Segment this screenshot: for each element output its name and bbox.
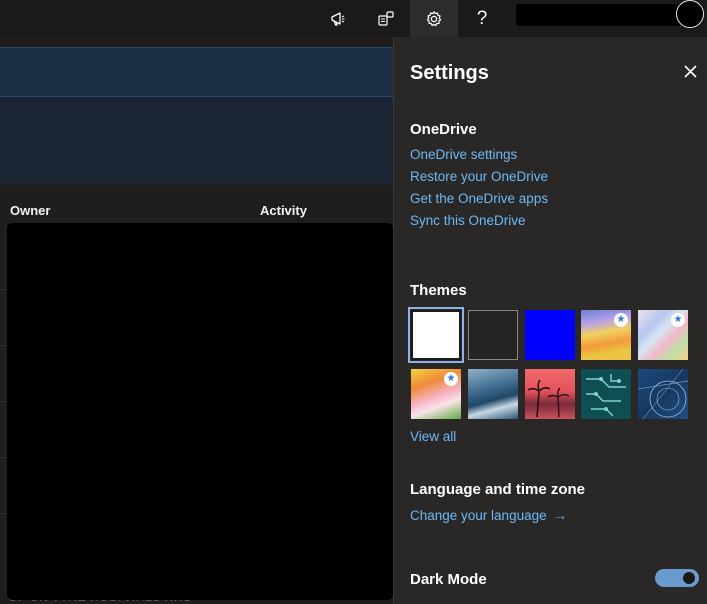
blueprint-graphic bbox=[638, 369, 688, 419]
star-icon: ★ bbox=[614, 313, 628, 327]
panel-title: Settings bbox=[410, 62, 489, 84]
onedrive-heading: OneDrive bbox=[410, 121, 477, 138]
banner bbox=[0, 47, 393, 97]
theme-palm-sunset[interactable] bbox=[525, 369, 575, 419]
settings-panel: Settings OneDrive OneDrive settings Rest… bbox=[393, 37, 707, 604]
redacted-account-name bbox=[516, 4, 686, 26]
help-icon: ? bbox=[476, 7, 488, 29]
view-all-themes-link[interactable]: View all bbox=[410, 429, 456, 444]
change-language-label: Change your language bbox=[410, 508, 547, 523]
feedback-icon bbox=[378, 10, 394, 26]
theme-anime-art[interactable]: ★ bbox=[411, 369, 461, 419]
sync-onedrive-link[interactable]: Sync this OneDrive bbox=[410, 213, 526, 228]
arrow-right-icon: → bbox=[553, 508, 567, 523]
column-header-activity[interactable]: Activity bbox=[260, 203, 307, 218]
star-icon: ★ bbox=[444, 372, 458, 386]
theme-circuit[interactable] bbox=[581, 369, 631, 419]
language-heading: Language and time zone bbox=[410, 481, 586, 498]
change-language-link[interactable]: Change your language → bbox=[410, 508, 567, 523]
feedback-button[interactable] bbox=[362, 0, 410, 37]
theme-ocean-wave[interactable] bbox=[468, 369, 518, 419]
redacted-content bbox=[7, 223, 393, 600]
close-icon bbox=[683, 64, 697, 78]
theme-blue[interactable] bbox=[525, 310, 575, 360]
main-content: Owner Activity OF ON TYNE HOSPITALS NHS bbox=[0, 37, 393, 604]
dark-mode-label: Dark Mode bbox=[410, 571, 487, 588]
dark-mode-toggle[interactable] bbox=[655, 569, 699, 587]
theme-blueprint[interactable] bbox=[638, 369, 688, 419]
help-button[interactable]: ? bbox=[458, 0, 506, 37]
gear-icon bbox=[426, 10, 442, 26]
toggle-knob bbox=[683, 572, 695, 584]
column-header-owner[interactable]: Owner bbox=[10, 203, 50, 218]
circuit-graphic bbox=[586, 374, 626, 417]
top-bar: ? bbox=[0, 0, 707, 37]
megaphone-icon bbox=[331, 11, 345, 26]
theme-rainbow-waves[interactable]: ★ bbox=[581, 310, 631, 360]
settings-button[interactable] bbox=[410, 0, 458, 37]
onedrive-settings-link[interactable]: OneDrive settings bbox=[410, 147, 517, 162]
hero-area bbox=[0, 97, 393, 185]
theme-pastel-lines[interactable]: ★ bbox=[638, 310, 688, 360]
get-onedrive-apps-link[interactable]: Get the OneDrive apps bbox=[410, 191, 548, 206]
theme-dark-gray[interactable] bbox=[468, 310, 518, 360]
palm-trees-graphic bbox=[527, 379, 570, 418]
avatar[interactable] bbox=[676, 0, 704, 28]
close-button[interactable] bbox=[680, 61, 700, 81]
star-icon: ★ bbox=[671, 313, 685, 327]
restore-onedrive-link[interactable]: Restore your OneDrive bbox=[410, 169, 548, 184]
theme-white[interactable] bbox=[408, 307, 464, 363]
themes-heading: Themes bbox=[410, 282, 467, 299]
whats-new-button[interactable] bbox=[314, 0, 362, 37]
